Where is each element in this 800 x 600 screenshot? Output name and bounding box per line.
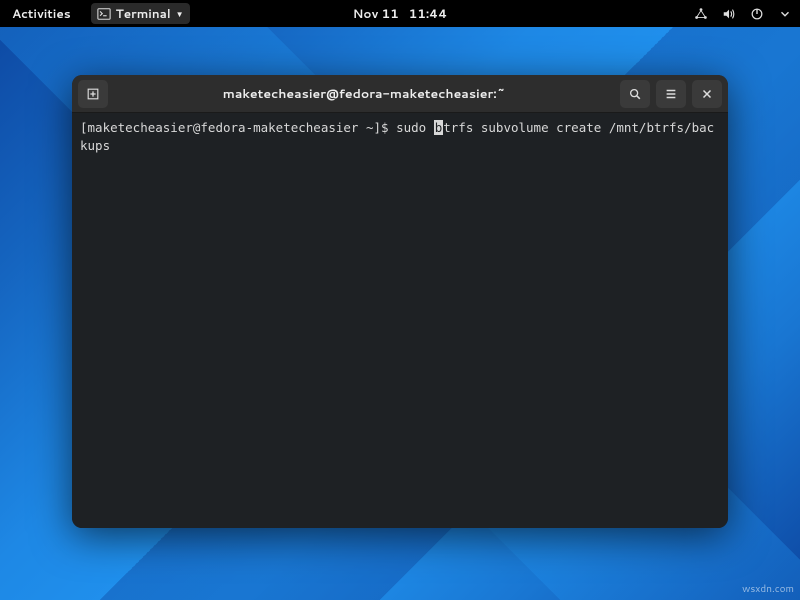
cursor: b (434, 120, 444, 135)
chevron-down-icon[interactable] (778, 7, 792, 21)
time-label: 11:44 (409, 5, 448, 22)
watermark: wsxdn.com (742, 582, 794, 596)
volume-icon[interactable] (722, 7, 736, 21)
terminal-window: maketecheasier@fedora-maketecheasier:~ [… (72, 75, 728, 528)
chevron-down-icon: ▼ (176, 8, 184, 20)
new-tab-button[interactable] (78, 80, 108, 108)
activities-button[interactable]: Activities (8, 3, 75, 24)
network-icon[interactable] (694, 7, 708, 21)
app-menu-label: Terminal (116, 5, 171, 22)
terminal-app-icon (97, 7, 111, 21)
shell-prompt: [maketecheasier@fedora-maketecheasier ~]… (80, 120, 396, 135)
app-menu[interactable]: Terminal ▼ (91, 3, 190, 24)
close-button[interactable] (692, 80, 722, 108)
window-title: maketecheasier@fedora-maketecheasier:~ (114, 85, 614, 103)
clock[interactable]: Nov 11 11:44 (353, 5, 448, 22)
menu-button[interactable] (656, 80, 686, 108)
window-titlebar[interactable]: maketecheasier@fedora-maketecheasier:~ (72, 75, 728, 113)
search-button[interactable] (620, 80, 650, 108)
power-icon[interactable] (750, 7, 764, 21)
date-label: Nov 11 (353, 5, 399, 22)
gnome-topbar: Activities Terminal ▼ Nov 11 11:44 (0, 0, 800, 27)
command-text-before: sudo (396, 120, 434, 135)
terminal-output[interactable]: [maketecheasier@fedora-maketecheasier ~]… (72, 113, 728, 528)
